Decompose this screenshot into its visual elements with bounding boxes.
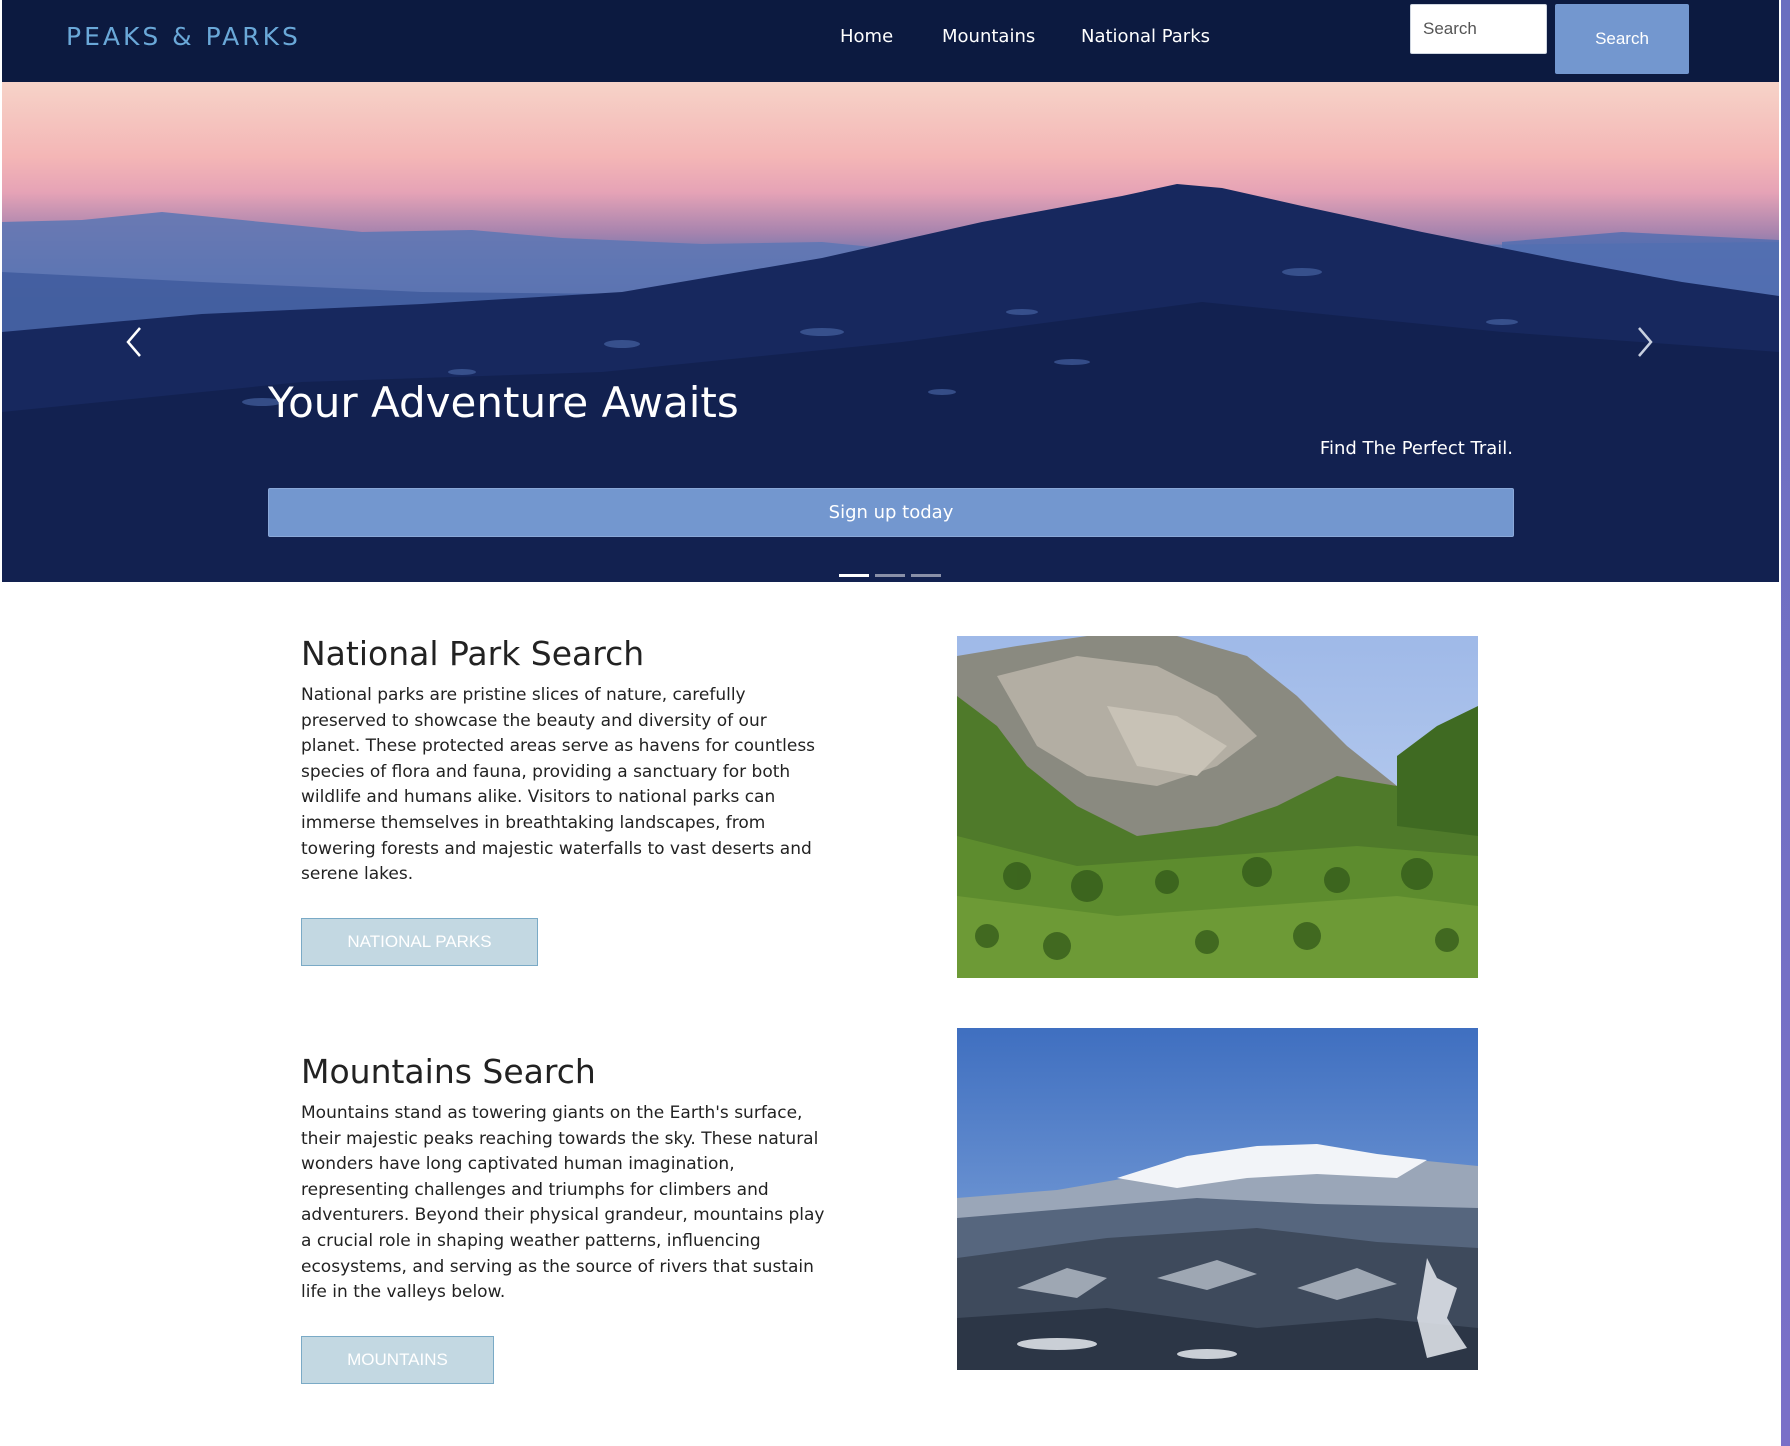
carousel-indicators (839, 574, 941, 577)
hero-carousel: Your Adventure Awaits Find The Perfect T… (2, 82, 1779, 582)
national-park-description: National parks are pristine slices of na… (301, 685, 816, 885)
signup-button[interactable]: Sign up today (268, 488, 1514, 537)
window-edge (1781, 0, 1790, 1446)
carousel-prev-button[interactable] (120, 322, 150, 362)
mountains-description: Mountains stand as towering giants on th… (301, 1103, 825, 1303)
carousel-indicator-1[interactable] (839, 574, 869, 577)
top-navbar: PEAKS & PARKS Home Mountains National Pa… (2, 0, 1779, 82)
carousel-indicator-3[interactable] (911, 574, 941, 577)
carousel-next-button[interactable] (1629, 322, 1659, 362)
brand-logo[interactable]: PEAKS & PARKS (66, 22, 301, 51)
hero-title: Your Adventure Awaits (268, 378, 739, 427)
search-input[interactable] (1410, 4, 1547, 54)
chevron-left-icon (126, 327, 141, 357)
hero-subtitle: Find The Perfect Trail. (1319, 438, 1513, 459)
carousel-indicator-2[interactable] (875, 574, 905, 577)
mountains-button[interactable]: MOUNTAINS (301, 1336, 494, 1384)
nav-link-mountains[interactable]: Mountains (942, 26, 1035, 47)
search-button[interactable]: Search (1555, 4, 1689, 74)
national-parks-button[interactable]: NATIONAL PARKS (301, 918, 538, 966)
national-park-search-heading: National Park Search (301, 634, 645, 673)
mountains-image (957, 1028, 1478, 1370)
chevron-right-icon (1638, 327, 1653, 357)
national-park-image (957, 636, 1478, 978)
mountains-search-heading: Mountains Search (301, 1052, 596, 1091)
nav-link-home[interactable]: Home (840, 26, 893, 47)
nav-link-national-parks[interactable]: National Parks (1081, 26, 1210, 47)
